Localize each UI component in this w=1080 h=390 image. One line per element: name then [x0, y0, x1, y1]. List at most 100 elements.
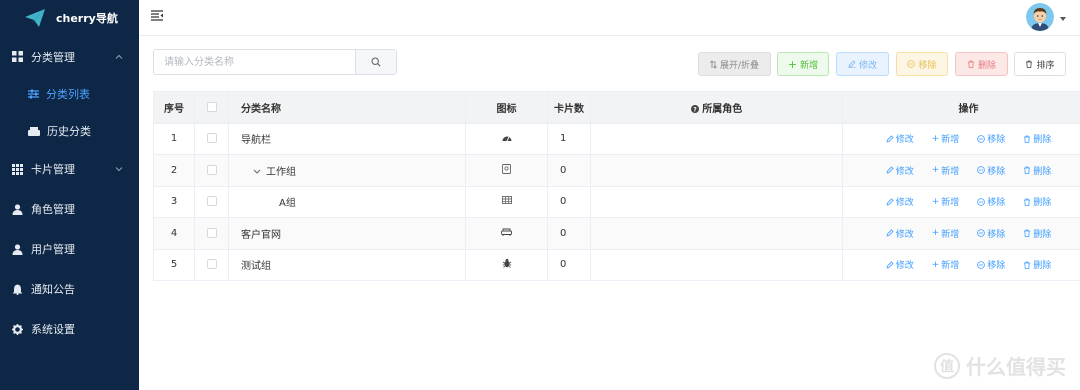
cell-icon — [465, 154, 548, 187]
cell-name: 工作组 — [228, 154, 466, 187]
sidebar-item-settings[interactable]: 系统设置 — [0, 309, 139, 349]
category-name: 导航栏 — [241, 135, 271, 147]
table-icon — [501, 196, 512, 207]
bug-icon — [502, 259, 512, 271]
cell-ops: 修改 + 新增 移除 删除 — [842, 122, 1080, 155]
row-move-link[interactable]: 移除 — [977, 227, 1005, 240]
edit-button[interactable]: 修改 — [836, 52, 889, 76]
edit-icon — [886, 198, 894, 206]
row-add-label: 新增 — [941, 198, 960, 209]
row-checkbox[interactable] — [206, 164, 217, 175]
row-checkbox[interactable] — [206, 227, 217, 238]
add-button[interactable]: + 新增 — [777, 52, 829, 76]
avatar[interactable] — [1026, 3, 1054, 31]
edit-icon — [886, 261, 894, 269]
plus-icon: + — [787, 57, 798, 71]
svg-text:?: ? — [693, 106, 697, 113]
row-move-link[interactable]: 移除 — [977, 132, 1005, 145]
sidebar-item-notifications[interactable]: 通知公告 — [0, 269, 139, 309]
category-name: 测试组 — [241, 261, 271, 273]
row-edit-link[interactable]: 修改 — [886, 164, 914, 177]
row-checkbox[interactable] — [206, 259, 217, 270]
select-all-checkbox[interactable] — [206, 101, 217, 112]
brand[interactable]: cherry导航 — [0, 0, 139, 36]
row-delete-link[interactable]: 删除 — [1023, 258, 1051, 271]
row-edit-link[interactable]: 修改 — [886, 258, 914, 271]
row-edit-label: 修改 — [895, 135, 914, 146]
row-delete-link[interactable]: 删除 — [1023, 132, 1051, 145]
cell-count: 0 — [547, 217, 591, 250]
table-row[interactable]: 4 客户官网 0 修改 + 新增 移除 删除 — [153, 217, 1080, 250]
row-checkbox[interactable] — [206, 133, 217, 144]
row-delete-link[interactable]: 删除 — [1023, 164, 1051, 177]
cell-index: 5 — [153, 248, 195, 281]
header-select-all[interactable] — [194, 91, 229, 124]
row-move-link[interactable]: 移除 — [977, 195, 1005, 208]
category-name: 客户官网 — [241, 229, 281, 241]
sidebar-item-category-management[interactable]: 分类管理 — [0, 38, 139, 75]
cell-ops: 修改 + 新增 移除 删除 — [842, 217, 1080, 250]
row-checkbox[interactable] — [206, 196, 217, 207]
chevron-down-icon[interactable] — [253, 169, 261, 174]
cell-index: 2 — [153, 154, 195, 187]
row-add-link[interactable]: + 新增 — [932, 195, 960, 209]
row-edit-link[interactable]: 修改 — [886, 132, 914, 145]
cards-icon — [12, 163, 23, 175]
delete-button[interactable]: 删除 — [955, 52, 1008, 76]
chevron-down-icon — [115, 167, 123, 172]
plus-icon: + — [931, 133, 940, 144]
trash-icon — [1024, 261, 1031, 269]
header-roles: ? 所属角色 — [590, 91, 843, 124]
sidebar-item-card-management[interactable]: 卡片管理 — [0, 149, 139, 189]
move-button[interactable]: 移除 — [896, 52, 948, 76]
expand-collapse-button[interactable]: 展开/折叠 — [698, 52, 771, 76]
cell-select[interactable] — [194, 154, 229, 187]
sort-arrows-icon — [710, 59, 717, 69]
row-delete-link[interactable]: 删除 — [1023, 195, 1051, 208]
row-delete-link[interactable]: 删除 — [1023, 227, 1051, 240]
table-row[interactable]: 3 A组 0 修改 + 新增 移除 删除 — [153, 185, 1080, 218]
row-edit-link[interactable]: 修改 — [886, 227, 914, 240]
caret-down-icon[interactable] — [1060, 17, 1066, 21]
edit-icon — [886, 166, 894, 174]
search-input[interactable] — [154, 50, 355, 74]
table-row[interactable]: 2 工作组 0 修改 + 新增 移除 删除 — [153, 154, 1080, 187]
row-move-link[interactable]: 移除 — [977, 258, 1005, 271]
watermark-logo: 值 — [934, 352, 960, 379]
remove-circle-icon — [977, 229, 986, 238]
table-row[interactable]: 5 测试组 0 修改 + 新增 移除 删除 — [153, 248, 1080, 281]
sidebar-item-category-list[interactable]: 分类列表 — [0, 75, 139, 112]
remove-circle-icon — [907, 60, 916, 68]
badge-icon — [502, 163, 511, 177]
cell-count: 0 — [547, 154, 591, 187]
row-edit-link[interactable]: 修改 — [886, 195, 914, 208]
menu-fold-icon[interactable] — [151, 10, 163, 21]
category-name: 工作组 — [266, 166, 296, 178]
trash-icon — [1024, 198, 1031, 206]
table-header-row: 序号 分类名称 图标 卡片数 ? 所属角色 操作 — [153, 91, 1080, 124]
cell-select[interactable] — [194, 122, 229, 155]
sidebar-item-label: 历史分类 — [47, 124, 91, 138]
cell-name: A组 — [228, 185, 466, 218]
table-row[interactable]: 1 导航栏 1 修改 + 新增 移除 删除 — [153, 122, 1080, 155]
sidebar-item-role-management[interactable]: 角色管理 — [0, 189, 139, 229]
sort-button[interactable]: 排序 — [1014, 52, 1066, 76]
history-icon — [28, 126, 40, 136]
avatar-icon — [1026, 3, 1054, 31]
remove-circle-icon — [977, 197, 986, 206]
cell-select[interactable] — [194, 185, 229, 218]
row-add-link[interactable]: + 新增 — [931, 132, 960, 146]
cell-select[interactable] — [194, 248, 229, 281]
gear-icon — [12, 323, 23, 335]
sidebar-item-category-history[interactable]: 历史分类 — [0, 112, 139, 149]
row-add-link[interactable]: + 新增 — [932, 227, 960, 240]
cell-select[interactable] — [194, 217, 229, 250]
row-move-label: 移除 — [987, 229, 1006, 240]
search-button[interactable] — [355, 50, 396, 74]
sidebar-item-user-management[interactable]: 用户管理 — [0, 229, 139, 269]
row-add-link[interactable]: + 新增 — [932, 164, 960, 177]
row-add-link[interactable]: + 新增 — [932, 258, 960, 272]
row-delete-label: 删除 — [1033, 229, 1052, 240]
row-move-link[interactable]: 移除 — [977, 164, 1005, 177]
cell-index: 1 — [153, 122, 195, 155]
